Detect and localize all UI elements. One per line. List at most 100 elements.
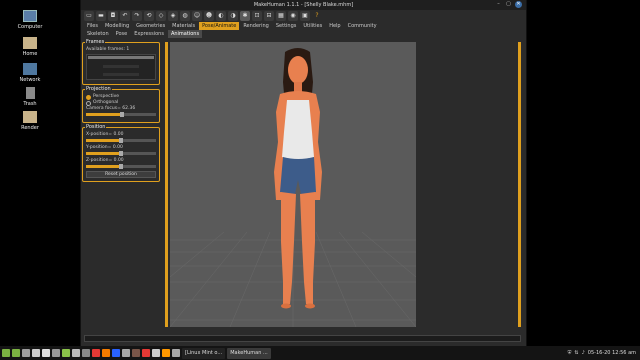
- export-icon[interactable]: ◘: [108, 11, 118, 21]
- app-icon[interactable]: [172, 349, 180, 357]
- tab-skeleton[interactable]: Skeleton: [84, 30, 112, 38]
- tab-files[interactable]: Files: [84, 22, 101, 30]
- camera-focus-slider[interactable]: [86, 112, 156, 117]
- tab-settings[interactable]: Settings: [273, 22, 300, 30]
- taskbar-item-makehuman[interactable]: MakeHuman ...: [227, 347, 271, 359]
- minimize-button[interactable]: –: [495, 1, 502, 8]
- toolbar: ▭ ▬ ◘ ↶ ↷ ⟲ ◇ ◈ ◍ ☺ ☻ ◐ ◑ ✱ ⊡ ⊟ ▦ ◉ ▣ ?: [81, 10, 526, 22]
- tab-community[interactable]: Community: [345, 22, 380, 30]
- smooth-icon[interactable]: ◍: [180, 11, 190, 21]
- tab-pose-animate[interactable]: Pose/Animate: [199, 22, 240, 30]
- sub-tabs: Skeleton Pose Expressions Animations: [81, 30, 526, 38]
- app-icon[interactable]: [102, 349, 110, 357]
- status-bar: [84, 335, 521, 342]
- desktop-icon-network[interactable]: Network: [14, 63, 46, 83]
- network-icon[interactable]: ⇅: [574, 350, 578, 356]
- undo-icon[interactable]: ↶: [120, 11, 130, 21]
- shield-icon[interactable]: ⛨: [568, 350, 572, 356]
- app-icon[interactable]: [142, 349, 150, 357]
- grid-icon[interactable]: ▦: [276, 11, 286, 21]
- app-icon[interactable]: [122, 349, 130, 357]
- trash-icon: [25, 87, 35, 99]
- slider-handle[interactable]: [119, 164, 123, 169]
- menu-icon[interactable]: [2, 349, 10, 357]
- right-splitter[interactable]: [518, 42, 521, 327]
- back-view-icon[interactable]: ☻: [204, 11, 214, 21]
- title-bar[interactable]: MakeHuman 1.1.1 - [Shelly Blake.mhm] – ▢…: [81, 0, 526, 10]
- app-icon[interactable]: [72, 349, 80, 357]
- redo-icon[interactable]: ↷: [132, 11, 142, 21]
- y-position-slider[interactable]: [86, 151, 156, 156]
- app-icon[interactable]: [82, 349, 90, 357]
- front-view-icon[interactable]: ☺: [192, 11, 202, 21]
- taskbar-item-linux-mint[interactable]: [Linux Mint o...: [182, 347, 226, 359]
- tab-modelling[interactable]: Modelling: [102, 22, 132, 30]
- help-icon[interactable]: ?: [312, 11, 322, 21]
- frames-slider[interactable]: [86, 54, 156, 80]
- volume-icon[interactable]: ♪: [582, 350, 585, 356]
- position-group: Position X-position= 0.00 Y-position= 0.…: [82, 124, 160, 182]
- save-icon[interactable]: ▬: [96, 11, 106, 21]
- app-icon[interactable]: [112, 349, 120, 357]
- system-tray: ⛨ ⇅ ♪ 05-16-20 12:56 am: [568, 346, 636, 360]
- slider-fill: [86, 113, 123, 116]
- frame-scrollbar[interactable]: [88, 56, 154, 59]
- placeholder-line: [103, 65, 139, 68]
- slider-handle[interactable]: [119, 151, 123, 156]
- desktop-icon-label: Computer: [17, 24, 43, 30]
- reset-icon[interactable]: ⟲: [144, 11, 154, 21]
- group-title: Frames: [85, 39, 106, 45]
- app-icon[interactable]: [52, 349, 60, 357]
- desktop-icon-home[interactable]: Home: [14, 37, 46, 57]
- tab-utilities[interactable]: Utilities: [300, 22, 325, 30]
- 3d-viewport[interactable]: [170, 42, 416, 327]
- close-button[interactable]: ✕: [515, 1, 522, 8]
- tab-geometries[interactable]: Geometries: [133, 22, 168, 30]
- app-icon[interactable]: [152, 349, 160, 357]
- tab-animations[interactable]: Animations: [167, 30, 203, 38]
- left-view-icon[interactable]: ◐: [216, 11, 226, 21]
- right-view-icon[interactable]: ◑: [228, 11, 238, 21]
- slider-handle[interactable]: [119, 138, 123, 143]
- group-title: Projection: [85, 86, 112, 92]
- window-title: MakeHuman 1.1.1 - [Shelly Blake.mhm]: [253, 2, 354, 8]
- computer-icon: [23, 10, 37, 22]
- left-splitter[interactable]: [165, 42, 168, 327]
- slider-fill: [86, 139, 121, 142]
- app-icon[interactable]: [162, 349, 170, 357]
- show-desktop-icon[interactable]: [12, 349, 20, 357]
- tab-rendering[interactable]: Rendering: [240, 22, 272, 30]
- bottom-view-icon[interactable]: ⊟: [264, 11, 274, 21]
- tools-icon[interactable]: [42, 349, 50, 357]
- files-icon[interactable]: [32, 349, 40, 357]
- tab-pose[interactable]: Pose: [113, 30, 131, 38]
- background-icon[interactable]: ◈: [168, 11, 178, 21]
- screenshot-icon[interactable]: ▣: [300, 11, 310, 21]
- file-new-icon[interactable]: ▭: [84, 11, 94, 21]
- z-position-slider[interactable]: [86, 164, 156, 169]
- pose-icon[interactable]: ✱: [240, 11, 250, 21]
- app-icon[interactable]: [62, 349, 70, 357]
- radio-selected-icon: [86, 94, 91, 100]
- tab-help[interactable]: Help: [326, 22, 343, 30]
- tab-expressions[interactable]: Expressions: [131, 30, 167, 38]
- folder-icon: [23, 37, 37, 49]
- frames-group: Frames Available frames: 1: [82, 39, 160, 85]
- top-view-icon[interactable]: ⊡: [252, 11, 262, 21]
- x-position-slider[interactable]: [86, 138, 156, 143]
- tab-materials[interactable]: Materials: [169, 22, 198, 30]
- desktop-icon-render[interactable]: Render: [14, 111, 46, 131]
- maximize-button[interactable]: ▢: [505, 1, 512, 8]
- wireframe-icon[interactable]: ◇: [156, 11, 166, 21]
- slider-handle[interactable]: [120, 112, 125, 117]
- taskbar: [Linux Mint o... MakeHuman ... ⛨ ⇅ ♪ 05-…: [0, 346, 640, 360]
- desktop-icon-trash[interactable]: Trash: [14, 87, 46, 107]
- app-icon[interactable]: [92, 349, 100, 357]
- reset-position-button[interactable]: Reset position: [86, 171, 156, 178]
- desktop-icon-computer[interactable]: Computer: [14, 10, 46, 30]
- app-icon[interactable]: [132, 349, 140, 357]
- camera-icon[interactable]: ◉: [288, 11, 298, 21]
- terminal-icon[interactable]: [22, 349, 30, 357]
- human-model[interactable]: [170, 42, 416, 327]
- clock[interactable]: 05-16-20 12:56 am: [588, 350, 636, 356]
